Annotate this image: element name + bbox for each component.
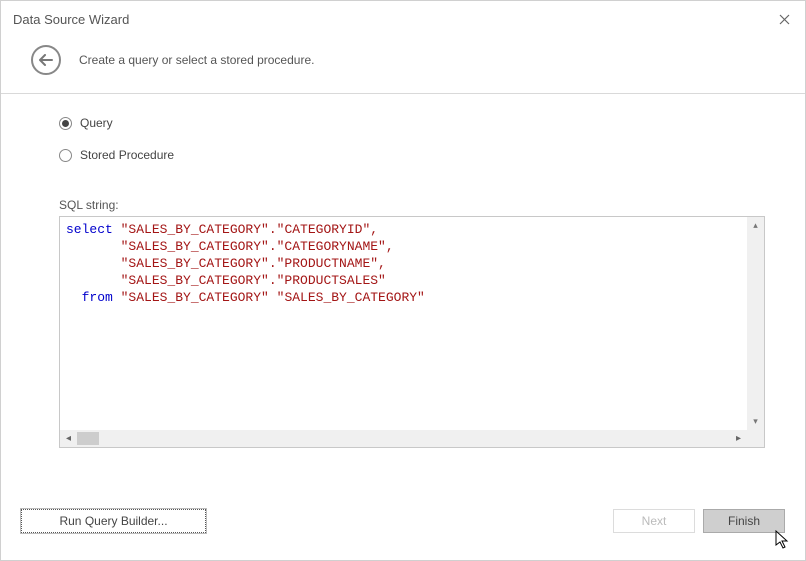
scrollbar-corner xyxy=(747,430,764,447)
radio-icon xyxy=(59,149,72,162)
radio-query[interactable]: Query xyxy=(59,116,765,130)
scroll-down-icon[interactable]: ▾ xyxy=(747,413,764,430)
run-query-builder-button[interactable]: Run Query Builder... xyxy=(21,509,206,533)
next-button: Next xyxy=(613,509,695,533)
titlebar: Data Source Wizard xyxy=(1,1,805,35)
sql-keyword-from: from xyxy=(66,290,113,305)
close-icon xyxy=(779,14,790,25)
wizard-header: Create a query or select a stored proced… xyxy=(1,35,805,93)
arrow-left-icon xyxy=(39,54,53,66)
sql-line1: "SALES_BY_CATEGORY"."CATEGORYID", xyxy=(113,222,378,237)
radio-icon xyxy=(59,117,72,130)
scroll-right-icon[interactable]: ▸ xyxy=(730,430,747,447)
vertical-scrollbar[interactable]: ▴ ▾ xyxy=(747,217,764,430)
wizard-footer: Run Query Builder... Next Finish xyxy=(1,500,805,560)
sql-line4: "SALES_BY_CATEGORY"."PRODUCTSALES" xyxy=(66,273,386,288)
sql-line3: "SALES_BY_CATEGORY"."PRODUCTNAME", xyxy=(66,256,386,271)
scroll-left-icon[interactable]: ◂ xyxy=(60,430,77,447)
wizard-content: Query Stored Procedure SQL string: selec… xyxy=(1,94,805,500)
close-button[interactable] xyxy=(775,10,793,28)
scrollbar-track[interactable] xyxy=(77,430,730,447)
sql-keyword-select: select xyxy=(66,222,113,237)
radio-stored-procedure[interactable]: Stored Procedure xyxy=(59,148,765,162)
sql-line2: "SALES_BY_CATEGORY"."CATEGORYNAME", xyxy=(66,239,394,254)
radio-query-label: Query xyxy=(80,116,113,130)
window-title: Data Source Wizard xyxy=(13,12,129,27)
horizontal-scrollbar[interactable]: ◂ ▸ xyxy=(60,430,764,447)
data-source-wizard-dialog: Data Source Wizard Create a query or sel… xyxy=(0,0,806,561)
wizard-instruction: Create a query or select a stored proced… xyxy=(79,53,314,67)
sql-text-area[interactable]: select "SALES_BY_CATEGORY"."CATEGORYID",… xyxy=(60,217,747,430)
scroll-up-icon[interactable]: ▴ xyxy=(747,217,764,234)
scrollbar-thumb[interactable] xyxy=(77,432,99,445)
sql-line5: "SALES_BY_CATEGORY" "SALES_BY_CATEGORY" xyxy=(113,290,425,305)
finish-button[interactable]: Finish xyxy=(703,509,785,533)
radio-stored-procedure-label: Stored Procedure xyxy=(80,148,174,162)
back-button[interactable] xyxy=(31,45,61,75)
sql-string-label: SQL string: xyxy=(59,198,765,212)
sql-editor[interactable]: select "SALES_BY_CATEGORY"."CATEGORYID",… xyxy=(59,216,765,448)
